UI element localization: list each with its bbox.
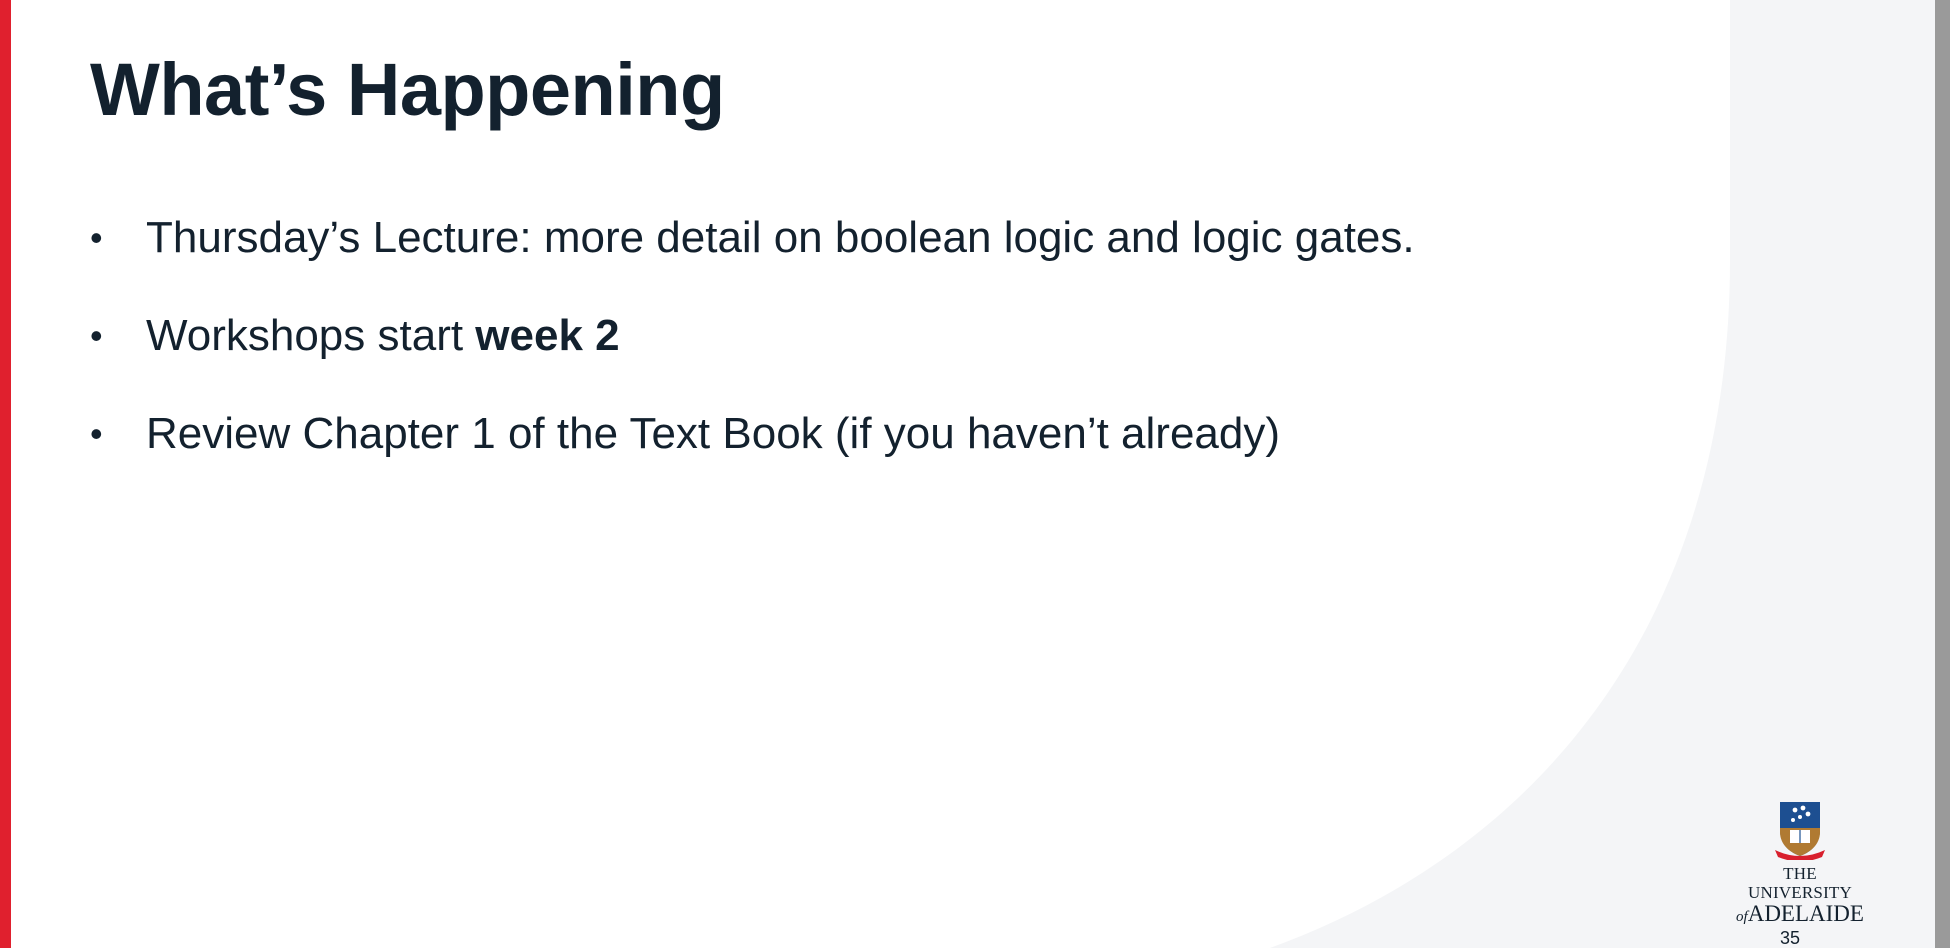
bullet-glyph: • xyxy=(90,315,103,356)
logo-line2-prefix: of xyxy=(1736,909,1748,925)
bullet-glyph: • xyxy=(90,217,103,258)
bullet-glyph: • xyxy=(90,413,103,454)
slide-title: What’s Happening xyxy=(90,48,725,131)
bullet-text-main: Thursday’s Lecture: more detail on boole… xyxy=(146,213,1415,262)
accent-bar xyxy=(0,0,11,948)
university-crest-icon xyxy=(1775,802,1825,860)
bullet-text-bold: week 2 xyxy=(475,311,620,360)
background-curve-shape xyxy=(1270,0,1950,948)
bullet-text-main: Review Chapter 1 of the Text Book (if yo… xyxy=(146,409,1281,458)
bullet-text: Workshops start week 2 xyxy=(146,306,620,366)
page-number: 35 xyxy=(1779,928,1801,948)
bullet-text-main: Workshops start xyxy=(146,311,476,360)
logo-line2: ofADELAIDE xyxy=(1730,902,1870,929)
slide: What’s Happening • Thursday’s Lecture: m… xyxy=(0,0,1950,948)
university-logo: THE UNIVERSITY ofADELAIDE xyxy=(1730,800,1870,929)
logo-line2-name: ADELAIDE xyxy=(1747,901,1864,926)
bullet-text: Thursday’s Lecture: more detail on boole… xyxy=(146,208,1415,268)
logo-line1: THE UNIVERSITY xyxy=(1748,864,1852,902)
bullet-text: Review Chapter 1 of the Text Book (if yo… xyxy=(146,404,1280,464)
scrollbar[interactable] xyxy=(1935,0,1950,948)
